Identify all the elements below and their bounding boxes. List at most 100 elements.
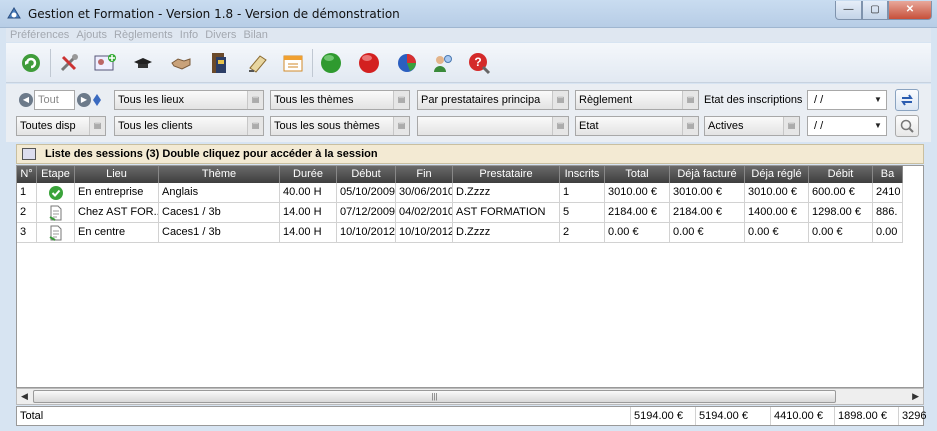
sous-themes-select-value: Tous les sous thèmes xyxy=(274,120,380,132)
prestataires-select[interactable]: Par prestataires principa ▤ xyxy=(417,90,569,110)
column-header[interactable]: Etape xyxy=(37,166,75,183)
totals-row: Total 5194.00 € 5194.00 € 4410.00 € 1898… xyxy=(16,406,926,426)
themes-select[interactable]: Tous les thèmes ▤ xyxy=(270,90,410,110)
help-icon[interactable]: ? xyxy=(464,48,494,78)
cell-theme: Caces1 / 3b xyxy=(159,223,280,243)
add-contact-icon[interactable] xyxy=(90,48,120,78)
column-header[interactable]: Total xyxy=(605,166,670,183)
refresh-icon[interactable] xyxy=(16,48,46,78)
cell-fin: 10/10/2012 xyxy=(396,223,453,243)
date-to-value: / / xyxy=(814,120,824,132)
scroll-left-icon[interactable]: ◀ xyxy=(21,391,28,402)
chevron-down-icon: ▤ xyxy=(393,91,409,109)
chevron-down-icon: ▤ xyxy=(247,91,263,109)
menu-ajouts[interactable]: Ajouts xyxy=(76,28,107,42)
column-header[interactable]: Déjà facturé xyxy=(670,166,745,183)
chevron-down-icon: ▤ xyxy=(682,91,698,109)
themes-select-value: Tous les thèmes xyxy=(274,94,354,106)
column-header[interactable]: Durée xyxy=(280,166,337,183)
cell-regle: 0.00 € xyxy=(745,223,809,243)
cell-duree: 14.00 H xyxy=(280,203,337,223)
cell-regle: 1400.00 € xyxy=(745,203,809,223)
totals-total: 5194.00 € xyxy=(631,407,696,425)
cell-prestataire: D.Zzzz xyxy=(453,183,560,203)
cell-theme: Caces1 / 3b xyxy=(159,203,280,223)
column-header[interactable]: Lieu xyxy=(75,166,159,183)
column-header[interactable]: Fin xyxy=(396,166,453,183)
horizontal-scrollbar[interactable]: ◀ ||| ▶ xyxy=(16,388,924,405)
check-icon xyxy=(37,183,75,203)
column-header[interactable]: Ba xyxy=(873,166,903,183)
period-field[interactable]: Tout xyxy=(34,90,75,110)
cell-debit: 1298.00 € xyxy=(809,203,873,223)
close-button[interactable]: ✕ xyxy=(888,1,932,20)
table-row[interactable]: 3 En centre Caces1 / 3b 14.00 H 10/10/2012 10… xyxy=(17,223,903,243)
chevron-down-icon: ▤ xyxy=(247,117,263,135)
clients-select[interactable]: Tous les clients ▤ xyxy=(114,116,264,136)
cell-fin: 04/02/2010 xyxy=(396,203,453,223)
red-circle-icon[interactable] xyxy=(354,48,384,78)
sous-themes-select[interactable]: Tous les sous thèmes ▤ xyxy=(270,116,410,136)
dropdown-arrow-icon[interactable]: ▼ xyxy=(870,91,886,109)
table-row[interactable]: 1 En entreprise Anglais 40.00 H 05/10/2009 30… xyxy=(17,183,903,203)
calendar-icon[interactable] xyxy=(278,48,308,78)
menu-divers[interactable]: Divers xyxy=(205,28,236,42)
scroll-right-icon[interactable]: ▶ xyxy=(912,391,919,402)
date-to-field[interactable]: / / ▼ xyxy=(807,116,887,136)
date-from-value: / / xyxy=(814,94,824,106)
table-row[interactable]: 2 Chez AST FOR... Caces1 / 3b 14.00 H 07/12/… xyxy=(17,203,903,223)
sessions-table: N° Etape Lieu Thème Durée Début Fin Prestataire… xyxy=(16,165,924,388)
refresh-filter-button[interactable] xyxy=(895,89,919,111)
menu-info[interactable]: Info xyxy=(180,28,198,42)
cell-regle: 3010.00 € xyxy=(745,183,809,203)
column-header[interactable]: Débit xyxy=(809,166,873,183)
etat-inscriptions-label: Etat des inscriptions xyxy=(704,94,803,106)
cell-duree: 14.00 H xyxy=(280,223,337,243)
pie-chart-icon[interactable] xyxy=(392,48,422,78)
dropdown-arrow-icon[interactable]: ▼ xyxy=(870,117,886,135)
svg-text:?: ? xyxy=(474,55,481,69)
search-icon xyxy=(900,119,914,133)
green-circle-icon[interactable] xyxy=(316,48,346,78)
prestataires-select-value: Par prestataires principa xyxy=(421,94,541,106)
info-icon[interactable] xyxy=(92,93,102,107)
dispo-select[interactable]: Toutes disp ▤ xyxy=(16,116,106,136)
column-header[interactable]: Thème xyxy=(159,166,280,183)
cell-debut: 05/10/2009 xyxy=(337,183,396,203)
menu-preferences[interactable]: Préférences xyxy=(10,28,69,42)
notepad-icon[interactable] xyxy=(242,48,272,78)
empty-select[interactable]: ▤ xyxy=(417,116,569,136)
totals-debit: 1898.00 € xyxy=(835,407,899,425)
cell-lieu: En centre xyxy=(75,223,159,243)
column-header[interactable]: N° xyxy=(17,166,37,183)
handshake-icon[interactable] xyxy=(166,48,196,78)
scroll-thumb[interactable]: ||| xyxy=(33,390,836,403)
actives-select[interactable]: Actives ▤ xyxy=(704,116,800,136)
minimize-button[interactable]: — xyxy=(835,1,862,20)
lieux-select[interactable]: Tous les lieux ▤ xyxy=(114,90,264,110)
search-button[interactable] xyxy=(895,115,919,137)
reglement-select[interactable]: Règlement ▤ xyxy=(575,90,699,110)
cell-num: 2 xyxy=(17,203,37,223)
column-header[interactable]: Début xyxy=(337,166,396,183)
cell-duree: 40.00 H xyxy=(280,183,337,203)
reglement-select-value: Règlement xyxy=(579,94,633,106)
column-header[interactable]: Inscrits xyxy=(560,166,605,183)
chevron-down-icon: ▤ xyxy=(682,117,698,135)
etat-select[interactable]: Etat ▤ xyxy=(575,116,699,136)
next-arrow-icon[interactable]: ▶ xyxy=(77,93,91,107)
menu-reglements[interactable]: Règlements xyxy=(114,28,173,42)
column-header[interactable]: Déja réglé xyxy=(745,166,809,183)
cell-total: 3010.00 € xyxy=(605,183,670,203)
maximize-button[interactable]: ▢ xyxy=(862,1,888,20)
date-from-field[interactable]: / / ▼ xyxy=(807,90,887,110)
document-stack-icon[interactable] xyxy=(204,48,234,78)
previous-arrow-icon[interactable]: ◀ xyxy=(19,93,33,107)
users-icon[interactable] xyxy=(428,48,458,78)
menu-bilan[interactable]: Bilan xyxy=(243,28,267,42)
totals-regle: 4410.00 € xyxy=(771,407,835,425)
tools-icon[interactable] xyxy=(54,48,84,78)
chevron-down-icon: ▤ xyxy=(89,117,105,135)
column-header[interactable]: Prestataire xyxy=(453,166,560,183)
graduation-cap-icon[interactable] xyxy=(128,48,158,78)
